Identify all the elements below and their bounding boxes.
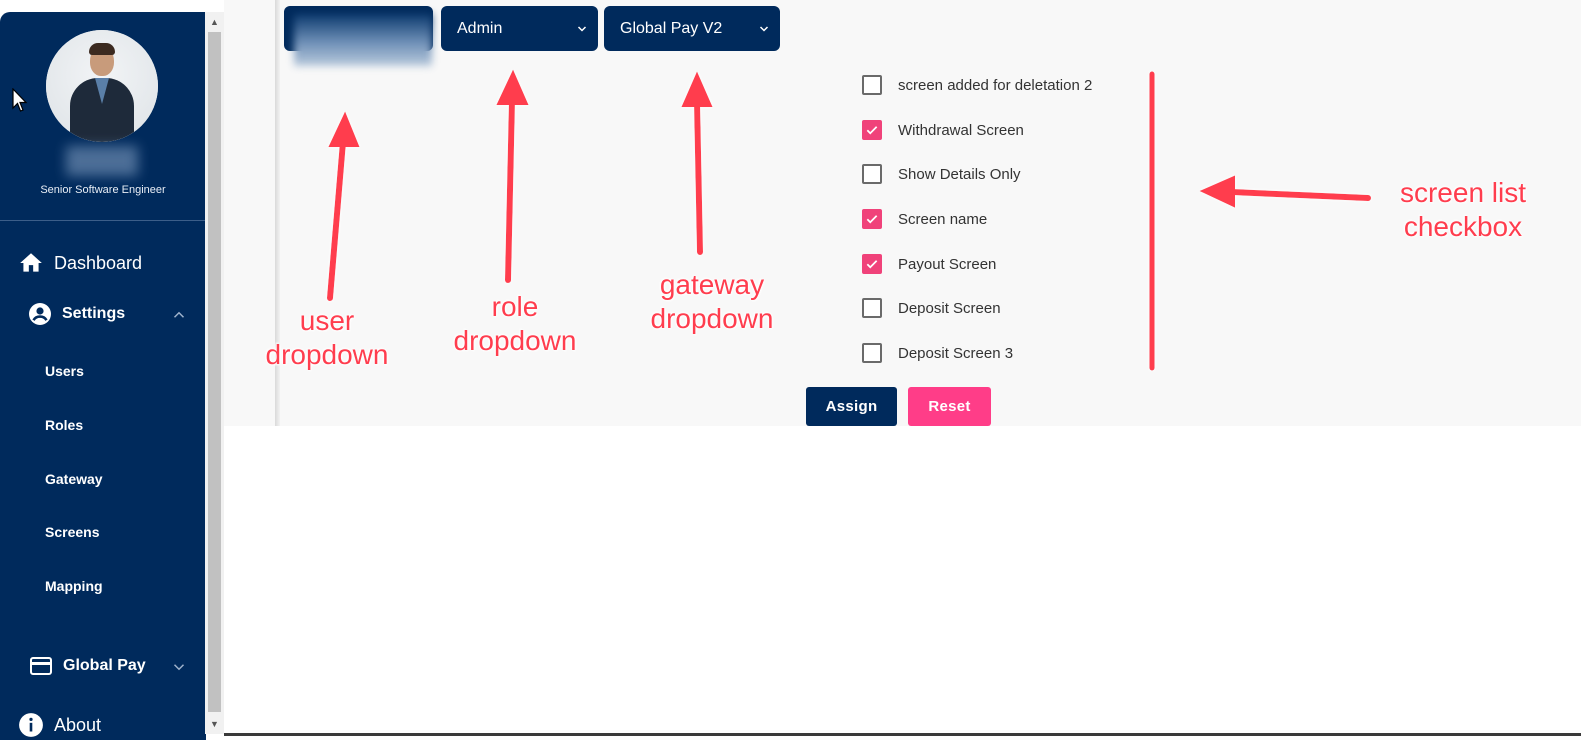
screen-label: Withdrawal Screen xyxy=(898,121,1024,139)
avatar xyxy=(46,30,158,142)
chevron-down-icon xyxy=(577,26,587,32)
chevron-down-icon[interactable] xyxy=(170,658,188,676)
assign-button[interactable]: Assign xyxy=(806,387,897,426)
sidebar-item-label: Settings xyxy=(62,305,126,322)
sidebar-item-dashboard[interactable]: Dashboard xyxy=(18,250,142,276)
sidebar-item-label: Dashboard xyxy=(54,252,143,273)
reset-button[interactable]: Reset xyxy=(908,387,991,426)
info-icon xyxy=(18,712,44,738)
screen-checkbox[interactable] xyxy=(862,254,882,274)
screen-checkbox-row[interactable]: Payout Screen xyxy=(862,254,996,274)
screen-checkbox[interactable] xyxy=(862,343,882,363)
credit-card-icon xyxy=(28,654,54,678)
user-name-redacted xyxy=(66,146,138,176)
screen-checkbox[interactable] xyxy=(862,298,882,318)
screen-checkbox-row[interactable]: Withdrawal Screen xyxy=(862,120,1024,140)
screen-label: Deposit Screen 3 xyxy=(898,344,1014,362)
screen-label: Show Details Only xyxy=(898,165,1021,183)
gateway-dropdown[interactable]: Global Pay V2 xyxy=(604,6,780,51)
screen-checkbox-row[interactable]: Show Details Only xyxy=(862,164,1021,184)
annotation-role-dropdown: role dropdown xyxy=(453,291,577,356)
role-dropdown[interactable]: Admin xyxy=(441,6,598,51)
account-circle-icon xyxy=(28,302,52,326)
scroll-down-arrow-icon[interactable]: ▼ xyxy=(205,716,224,732)
sidebar-item-roles[interactable]: Roles xyxy=(45,417,83,433)
role-dropdown-value: Admin xyxy=(457,19,503,37)
scroll-up-arrow-icon[interactable]: ▲ xyxy=(205,14,224,30)
screen-checkbox[interactable] xyxy=(862,164,882,184)
user-value-redacted xyxy=(294,14,432,66)
sidebar-scrollbar[interactable]: ▲ ▼ xyxy=(205,12,224,734)
chevron-down-icon xyxy=(759,26,769,32)
screen-checkbox-row[interactable]: Deposit Screen 3 xyxy=(862,343,1013,363)
screen-checkbox[interactable] xyxy=(862,209,882,229)
checkmark-icon xyxy=(866,126,878,135)
screen-checkbox[interactable] xyxy=(862,120,882,140)
window-bottom-border xyxy=(224,733,1581,736)
page: Senior Software Engineer Dashboard Setti… xyxy=(0,0,1581,743)
sidebar-item-users[interactable]: Users xyxy=(45,363,84,379)
chevron-up-icon[interactable] xyxy=(170,306,188,324)
screen-label: Screen name xyxy=(898,210,988,228)
screen-label: Deposit Screen xyxy=(898,299,1001,317)
annotation-screen-list: screen list checkbox xyxy=(1399,177,1527,242)
annotation-gateway-dropdown: gateway dropdown xyxy=(650,269,774,334)
scrollbar-thumb[interactable] xyxy=(208,32,221,712)
sidebar-item-label: About xyxy=(54,714,102,735)
sidebar-item-screens[interactable]: Screens xyxy=(45,524,99,540)
sidebar-item-mapping[interactable]: Mapping xyxy=(45,578,103,594)
sidebar-item-settings[interactable]: Settings xyxy=(28,302,188,326)
mouse-cursor-icon xyxy=(12,88,28,112)
sidebar-item-about[interactable]: About xyxy=(18,712,101,738)
sidebar: Senior Software Engineer Dashboard Setti… xyxy=(0,12,206,740)
home-icon xyxy=(18,250,44,276)
sidebar-item-label: Global Pay xyxy=(63,657,146,674)
screen-label: Payout Screen xyxy=(898,255,997,273)
screen-checkbox[interactable] xyxy=(862,75,882,95)
screen-checkbox-row[interactable]: Deposit Screen xyxy=(862,298,1001,318)
screen-checkbox-row[interactable]: Screen name xyxy=(862,209,987,229)
job-title: Senior Software Engineer xyxy=(40,184,166,196)
annotation-user-dropdown: user dropdown xyxy=(265,305,389,370)
checkmark-icon xyxy=(866,260,878,269)
sidebar-divider xyxy=(0,220,206,221)
screen-label: screen added for deletation 2 xyxy=(898,76,1093,94)
gateway-dropdown-value: Global Pay V2 xyxy=(620,19,723,37)
checkmark-icon xyxy=(866,215,878,224)
sidebar-item-gateway[interactable]: Gateway xyxy=(45,471,103,487)
sidebar-item-global-pay[interactable]: Global Pay xyxy=(28,654,188,678)
screen-checkbox-row[interactable]: screen added for deletation 2 xyxy=(862,75,1092,95)
